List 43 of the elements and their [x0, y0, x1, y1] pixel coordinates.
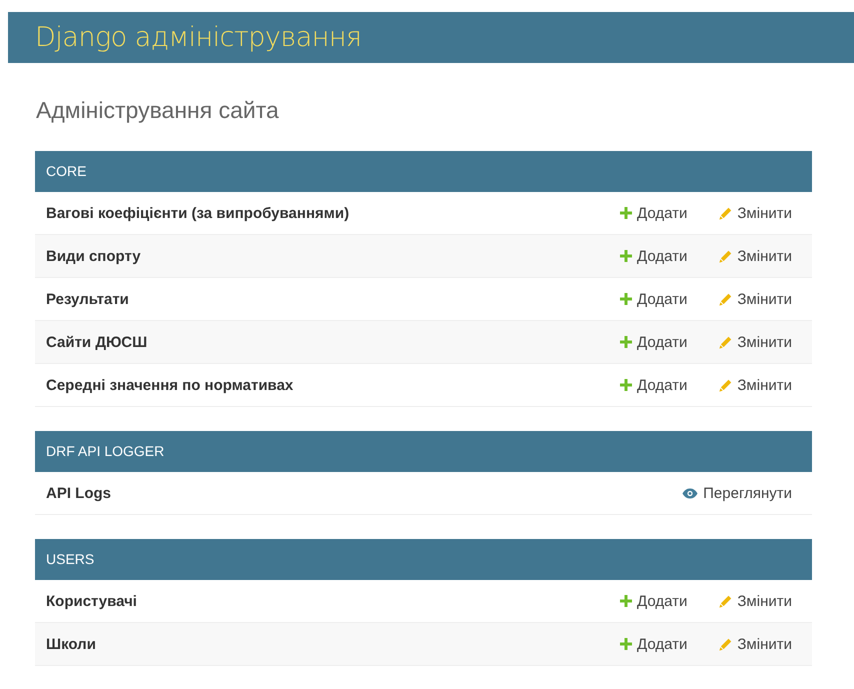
change-link[interactable]: Змінити — [719, 636, 792, 652]
change-link[interactable]: Змінити — [719, 376, 792, 394]
model-link[interactable]: API Logs — [46, 484, 112, 502]
pencil-icon — [719, 638, 732, 650]
add-link[interactable]: Додати — [620, 334, 688, 350]
change-link[interactable]: Змінити — [719, 248, 792, 264]
module-caption[interactable]: CORE — [35, 151, 812, 192]
site-name[interactable]: Django адміністрування — [35, 22, 362, 53]
add-link[interactable]: Додати — [620, 290, 688, 308]
eye-icon — [682, 488, 698, 498]
plus-icon — [620, 207, 632, 219]
plus-icon — [620, 250, 632, 262]
add-link[interactable]: Додати — [620, 248, 688, 264]
model-link[interactable]: Результати — [46, 290, 129, 308]
change-link[interactable]: Змінити — [719, 334, 792, 350]
module-caption[interactable]: USERS — [35, 539, 812, 580]
model-link[interactable]: Вагові коефіцієнти (за випробуваннями) — [46, 204, 350, 222]
pencil-icon — [719, 336, 732, 348]
add-link[interactable]: Додати — [620, 592, 688, 610]
model-link[interactable]: Види спорту — [46, 248, 141, 264]
plus-icon — [620, 336, 632, 348]
model-link[interactable]: Школи — [46, 636, 96, 652]
change-link[interactable]: Змінити — [719, 290, 792, 308]
pencil-icon — [719, 594, 732, 608]
model-link[interactable]: Користувачі — [46, 592, 137, 610]
change-link[interactable]: Змінити — [719, 592, 792, 610]
plus-icon — [620, 638, 632, 650]
plus-icon — [620, 595, 632, 607]
view-link[interactable]: Переглянути — [682, 484, 792, 502]
pencil-icon — [719, 292, 732, 306]
model-link[interactable]: Сайти ДЮСШ — [46, 334, 148, 350]
add-link[interactable]: Додати — [620, 376, 688, 394]
module-caption[interactable]: DRF API LOGGER — [35, 431, 812, 472]
add-link[interactable]: Додати — [620, 204, 688, 222]
pencil-icon — [719, 206, 732, 220]
change-link[interactable]: Змінити — [719, 204, 792, 222]
pencil-icon — [719, 378, 732, 392]
add-link[interactable]: Додати — [620, 636, 688, 652]
plus-icon — [620, 293, 632, 305]
pencil-icon — [719, 250, 732, 262]
model-link[interactable]: Середні значення по нормативах — [46, 376, 294, 394]
page-title: Адміністрування сайта — [36, 96, 280, 125]
plus-icon — [620, 379, 632, 391]
